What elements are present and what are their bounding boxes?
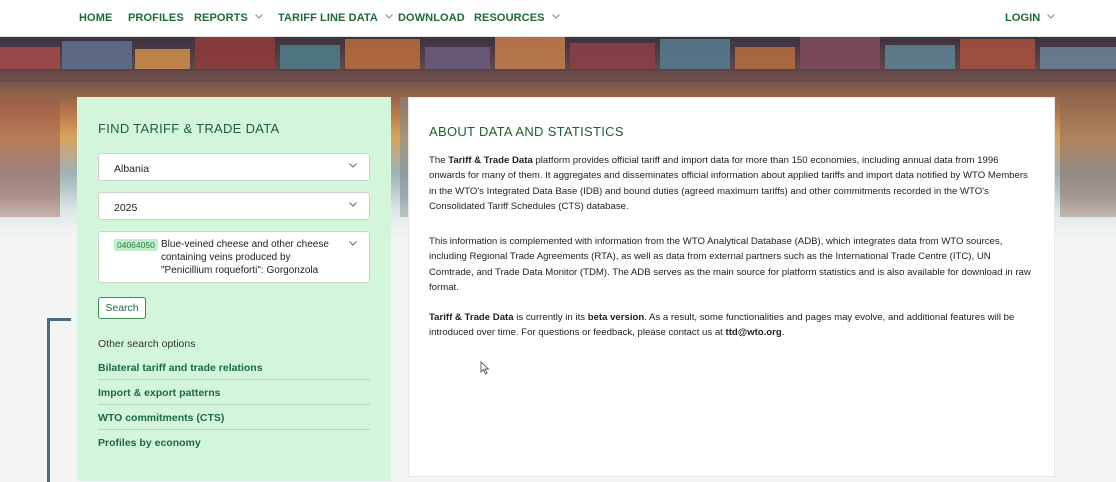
about-panel: ABOUT DATA AND STATISTICS The Tariff & T… [408,97,1055,477]
nav-resources-label: RESOURCES [474,12,545,24]
product-select[interactable]: 04064050 Blue-veined cheese and other ch… [98,231,370,283]
year-select[interactable]: 2025 [98,192,370,220]
nav-login[interactable]: LOGIN [1005,12,1056,24]
find-panel-title: FIND TARIFF & TRADE DATA [98,121,280,136]
other-search-options-heading: Other search options [98,338,196,350]
chevron-down-icon [1047,14,1056,19]
nav-tariff-line-data[interactable]: TARIFF LINE DATA [278,12,393,24]
nav-reports-label: REPORTS [194,12,248,24]
p3-bold-2: beta version [587,312,645,323]
option-bilateral-tariff[interactable]: Bilateral tariff and trade relations [98,356,370,380]
p1-bold: Tariff & Trade Data [448,155,533,166]
nav-resources[interactable]: RESOURCES [474,12,560,24]
annotation-bracket-top [47,318,71,321]
about-paragraph-1: The Tariff & Trade Data platform provide… [429,153,1034,215]
option-profiles-by-economy[interactable]: Profiles by economy [98,431,370,455]
nav-download[interactable]: DOWNLOAD [398,12,465,24]
search-button[interactable]: Search [98,297,146,319]
p3-mid-1: is currently in its [513,312,588,323]
p1-pre: The [429,155,449,166]
p3-end: . [781,327,785,339]
about-paragraph-2: This information is complemented with in… [429,236,1031,294]
chevron-down-icon [551,14,560,19]
chevron-down-icon [255,14,263,19]
p3-bold-1: Tariff & Trade Data [429,312,514,323]
find-data-panel: FIND TARIFF & TRADE DATA Albania 2025 04… [77,97,391,481]
nav-login-label: LOGIN [1005,12,1041,24]
product-description: Blue-veined cheese and other cheese cont… [161,239,329,276]
nav-home[interactable]: HOME [79,12,112,24]
annotation-bracket-line [47,318,50,482]
chevron-down-icon [349,241,357,246]
about-paragraph-3: Tariff & Trade Data is currently in its … [429,310,1034,341]
option-import-export-patterns[interactable]: Import & export patterns [98,381,370,405]
economy-value: Albania [114,163,150,175]
option-wto-commitments[interactable]: WTO commitments (CTS) [98,406,370,430]
nav-tariff-line-data-label: TARIFF LINE DATA [278,12,378,24]
economy-select[interactable]: Albania [98,153,370,181]
chevron-down-icon [385,14,393,19]
product-code-badge: 04064050 [114,239,158,251]
chevron-down-icon [349,163,357,168]
mouse-cursor-icon [480,361,490,375]
nav-profiles[interactable]: PROFILES [128,12,184,24]
chevron-down-icon [349,202,357,207]
year-value: 2025 [114,202,138,214]
contact-email-link[interactable]: ttd@wto.org [726,327,782,338]
top-navigation: HOME PROFILES REPORTS TARIFF LINE DATA D… [0,0,1116,37]
nav-reports[interactable]: REPORTS [194,12,263,24]
about-title: ABOUT DATA AND STATISTICS [429,124,624,139]
